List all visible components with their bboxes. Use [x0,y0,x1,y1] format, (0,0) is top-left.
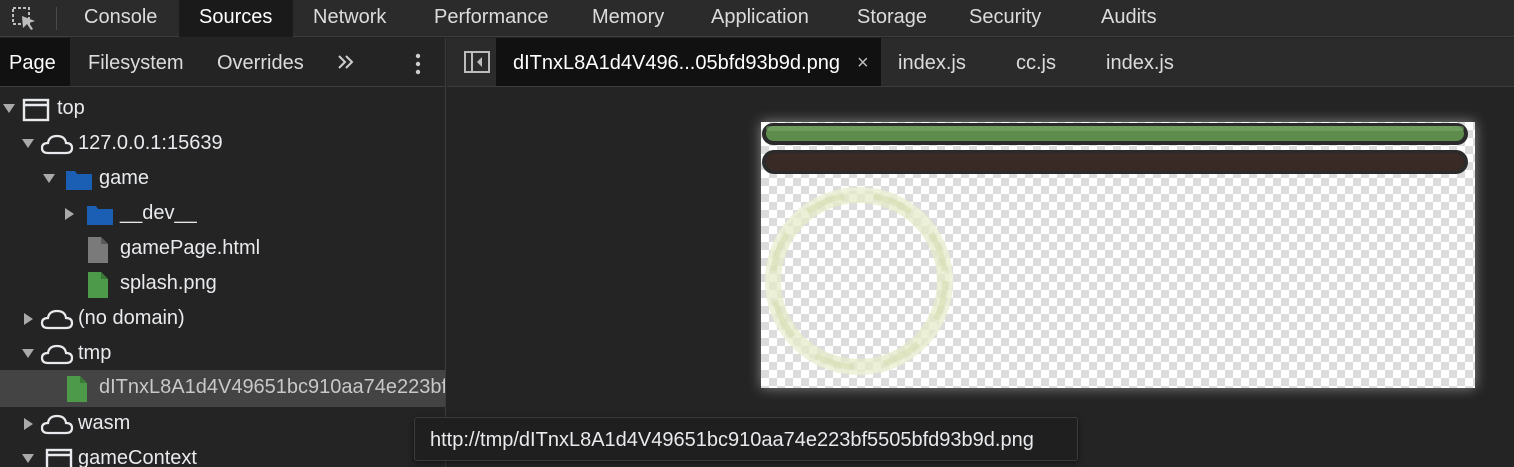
folder-icon [66,171,92,190]
tab-storage[interactable]: Storage [836,0,948,37]
tree-item-no-domain[interactable]: (no domain) [0,302,445,337]
devtools-toolbar: Console Sources Network Performance Memo… [0,0,1514,37]
file-icon [88,237,108,263]
tree-label: wasm [78,412,131,434]
tree-label: splash.png [120,272,217,294]
navigator-tabs: Page Filesystem Overrides [0,38,445,87]
cloud-icon [40,414,74,435]
close-tab-icon[interactable]: × [857,38,869,88]
cloud-icon [40,344,74,365]
inspect-element-button[interactable] [0,0,48,37]
tab-sources[interactable]: Sources [179,0,293,37]
tree-item-png-selected[interactable]: dITnxL8A1d4V49651bc910aa74e223bf5505bfd9… [0,370,445,407]
editor-tab-png[interactable]: dITnxL8A1d4V496...05bfd93b9d.png × [496,38,881,86]
collapse-triangle-icon[interactable] [65,208,75,220]
tree-label: gamePage.html [120,237,261,259]
tab-application[interactable]: Application [685,0,835,37]
tree-label: __dev__ [120,202,197,224]
tree-item-wasm[interactable]: wasm [0,407,445,442]
image-file-icon [67,376,87,402]
tab-overrides[interactable]: Overrides [196,38,322,86]
tree-label: dITnxL8A1d4V49651bc910aa74e223bf5505bfd9… [99,376,445,398]
folder-icon [87,206,113,225]
tree-label: (no domain) [78,307,185,329]
expand-triangle-icon[interactable] [43,174,55,184]
tree-item-dev[interactable]: __dev__ [0,197,445,232]
tab-console[interactable]: Console [68,0,178,37]
tab-memory[interactable]: Memory [566,0,684,37]
url-tooltip: http://tmp/dITnxL8A1d4V49651bc910aa74e22… [414,417,1078,461]
editor-tab-index-js-2[interactable]: index.js [1092,38,1202,86]
tab-audits[interactable]: Audits [1070,0,1180,37]
collapse-triangle-icon[interactable] [24,313,34,325]
tab-performance[interactable]: Performance [405,0,565,37]
tab-filesystem[interactable]: Filesystem [71,38,195,86]
tree-item-top[interactable]: top [0,92,445,127]
cloud-icon [40,309,74,330]
sources-navigator: Page Filesystem Overrides top 127.0.0.1:… [0,38,446,467]
tree-item-gamepage[interactable]: gamePage.html [0,232,445,267]
tree-item-splash[interactable]: splash.png [0,267,445,302]
tree-label: game [99,167,150,189]
tree-label: 127.0.0.1:15639 [78,132,223,154]
tree-item-tmp[interactable]: tmp [0,337,445,372]
image-file-icon [88,272,108,298]
tree-item-host[interactable]: 127.0.0.1:15639 [0,127,445,162]
collapse-triangle-icon[interactable] [24,418,34,430]
toggle-navigator-icon[interactable] [463,50,491,74]
tab-security[interactable]: Security [949,0,1069,37]
expand-triangle-icon[interactable] [22,454,34,464]
tree-item-game[interactable]: game [0,162,445,197]
tree-label: tmp [78,342,112,364]
image-preview [761,122,1475,388]
sprite-sheet-image [762,123,1468,375]
editor-pane: dITnxL8A1d4V496...05bfd93b9d.png × index… [447,38,1514,467]
frame-icon [22,98,50,122]
expand-triangle-icon[interactable] [22,349,34,359]
editor-tab-index-js[interactable]: index.js [882,38,990,86]
cloud-icon [40,134,74,155]
toolbar-divider [56,7,57,30]
editor-tab-cc-js[interactable]: cc.js [991,38,1091,86]
editor-tabs: dITnxL8A1d4V496...05bfd93b9d.png × index… [447,38,1514,87]
tree-label: top [57,97,85,119]
tab-page[interactable]: Page [0,38,70,86]
tree-item-gamecontext[interactable]: gameContext [0,442,445,467]
inspect-element-icon [12,6,35,30]
expand-triangle-icon[interactable] [3,104,15,114]
double-chevron-icon[interactable] [337,51,355,73]
kebab-menu-icon[interactable] [414,52,422,76]
tree-label: gameContext [78,447,197,467]
tab-network[interactable]: Network [294,0,404,37]
editor-tab-label: dITnxL8A1d4V496...05bfd93b9d.png [513,52,840,74]
expand-triangle-icon[interactable] [22,139,34,149]
frame-icon [45,448,73,467]
